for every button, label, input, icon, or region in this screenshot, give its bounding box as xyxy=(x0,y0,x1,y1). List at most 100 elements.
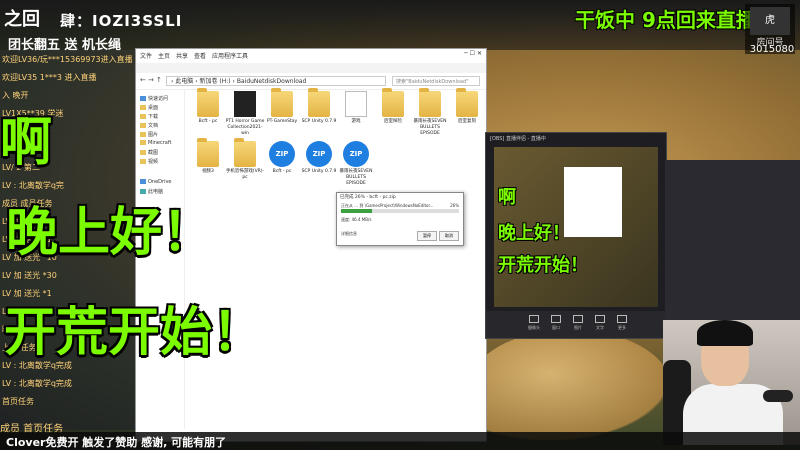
overlay-text-ah: 啊 xyxy=(0,113,53,173)
folder-icon xyxy=(140,123,146,128)
file-label: SCP Unity 0.7.9 xyxy=(301,119,337,124)
tool-icon xyxy=(551,315,561,323)
obs-preview-explorer xyxy=(564,167,622,237)
sidebar-item-label: 快速访问 xyxy=(148,96,169,102)
sidebar-item[interactable]: 下载 xyxy=(140,113,158,120)
tool-icon xyxy=(617,315,627,323)
file-item[interactable]: 手机恐怖游戏(VR)-pc xyxy=(225,138,265,181)
tool-label: 图片 xyxy=(574,325,582,330)
ribbon-tab-view[interactable]: 查看 xyxy=(194,51,206,60)
sidebar-item-label: OneDrive xyxy=(148,179,172,185)
microphone xyxy=(763,390,793,402)
sidebar-item[interactable]: 视频 xyxy=(140,158,158,165)
tool-icon xyxy=(529,315,539,323)
sidebar-item[interactable]: Minecraft xyxy=(140,140,171,146)
folder-icon xyxy=(234,138,256,167)
dialog-percent: 26% xyxy=(450,203,459,208)
bottom-gift-bar: Clover免费开 触发了赞助 感谢, 可能有朋了 xyxy=(0,432,800,450)
folder-icon xyxy=(140,159,146,164)
pause-button[interactable]: 暂停 xyxy=(417,231,437,241)
folder-icon xyxy=(140,105,146,110)
copy-progress-dialog[interactable]: 已完成 26% - bcft - pc.zip 正在从 ... 到 \Games… xyxy=(336,192,464,246)
chat-message: 欢迎LV36/玩***15369973进入直播 xyxy=(2,55,132,64)
search-input[interactable]: 搜索"BaiduNetdiskDownload" xyxy=(392,76,480,86)
sidebar-item-label: 图片 xyxy=(148,132,159,138)
sidebar-item[interactable]: 桌面 xyxy=(140,104,158,111)
file-label: PT-GameStay xyxy=(266,119,298,124)
sidebar-item[interactable]: 快速访问 xyxy=(140,95,168,102)
address-bar[interactable]: › 此电脑 › 新加卷 (H:) › BaiduNetdiskDownload xyxy=(166,76,386,86)
zip-file-item[interactable]: ZIP SCP Unity 0.7.9 xyxy=(299,141,339,175)
chat-message: 首页任务 xyxy=(2,397,34,406)
obs-window[interactable]: [OBS] 直播伴侣 - 直播中 啊 晚上好！ 开荒开始！ 摄像头 窗口 图片 文字 更… xyxy=(485,132,667,339)
gift-message: Clover免费开 触发了赞助 感谢, 可能有朋了 xyxy=(6,436,227,449)
window-controls[interactable]: ─ ☐ ✕ xyxy=(464,50,482,57)
ribbon-tab-file[interactable]: 文件 xyxy=(140,51,152,60)
sidebar-item-label: 截图 xyxy=(148,150,159,156)
background-dog-image xyxy=(470,330,670,440)
star-icon xyxy=(140,96,146,101)
folder-icon xyxy=(140,150,146,155)
file-label: 游戏 xyxy=(351,119,361,124)
explorer-titlebar[interactable]: 文件 主页 共享 查看 应用程序工具 ─ ☐ ✕ xyxy=(136,49,486,64)
file-label: 后室探险 xyxy=(384,119,402,124)
file-item[interactable]: 暴雨长夜SEVEN BULLETS EPISODE xyxy=(410,88,450,137)
obs-tool-button[interactable]: 更多 xyxy=(610,315,634,331)
dialog-speed: 速度: 46.4 MB/s xyxy=(341,217,372,222)
file-label: Bcft - pc xyxy=(272,169,292,174)
file-icon xyxy=(234,91,256,117)
obs-text-good-evening: 晚上好！ xyxy=(498,223,570,244)
folder-icon xyxy=(140,114,146,119)
file-item[interactable]: 后室探险 xyxy=(373,88,413,125)
zip-file-item[interactable]: ZIP Bcft - pc xyxy=(262,141,302,175)
file-item[interactable]: 视频3 xyxy=(188,138,228,175)
file-item[interactable]: PT-GameStay xyxy=(262,88,302,125)
folder-icon xyxy=(382,88,404,117)
chat-message: 欢迎LV35 1***3 进入直播 xyxy=(2,73,97,82)
obs-side-panel xyxy=(665,160,800,320)
ribbon-tab-app-tools[interactable]: 应用程序工具 xyxy=(212,51,248,60)
ribbon-tab-share[interactable]: 共享 xyxy=(176,51,188,60)
up-arrow-icon[interactable]: ↑ xyxy=(156,76,162,84)
dialog-title: 已完成 26% - bcft - pc.zip xyxy=(340,195,396,200)
file-item[interactable]: SCP Unity 0.7.9 xyxy=(299,88,339,125)
file-icon xyxy=(345,91,367,117)
file-label: 视频3 xyxy=(202,169,214,174)
zip-file-item[interactable]: ZIP 暴雨长夜SEVEN BULLETS EPISODE xyxy=(336,141,376,187)
obs-title: [OBS] 直播伴侣 - 直播中 xyxy=(490,136,546,142)
obs-text-ah: 啊 xyxy=(498,187,516,208)
room-logo: 虎 xyxy=(750,7,790,35)
file-label: PT1 Horror Game Collection2021-win xyxy=(225,119,265,136)
sidebar-item-label: Minecraft xyxy=(148,140,172,146)
file-item[interactable]: Bcft - pc xyxy=(188,88,228,125)
folder-icon xyxy=(419,88,441,117)
sidebar-item[interactable]: 截图 xyxy=(140,149,158,156)
streamer-hair xyxy=(697,320,753,346)
sidebar-item[interactable]: OneDrive xyxy=(140,179,172,185)
obs-tool-button[interactable]: 窗口 xyxy=(544,315,568,331)
obs-tool-button[interactable]: 摄像头 xyxy=(522,315,546,331)
progress-bar xyxy=(341,209,459,213)
more-details-toggle[interactable]: 详细信息 xyxy=(341,231,357,237)
webcam-feed xyxy=(663,320,800,445)
back-arrow-icon[interactable]: ← xyxy=(140,76,146,84)
sidebar-item[interactable]: 文档 xyxy=(140,122,158,129)
top-ticker: 肆：IOZI3SSLI xyxy=(60,12,183,30)
folder-icon xyxy=(271,88,293,117)
cancel-button[interactable]: 取消 xyxy=(439,231,459,241)
forward-arrow-icon[interactable]: → xyxy=(148,76,154,84)
sidebar-item-label: 文档 xyxy=(148,123,159,129)
obs-tool-button[interactable]: 图片 xyxy=(566,315,590,331)
file-label: SCP Unity 0.7.9 xyxy=(301,169,337,174)
sidebar-item[interactable]: 图片 xyxy=(140,131,158,138)
zip-icon: ZIP xyxy=(343,141,369,167)
obs-preview: 啊 晚上好！ 开荒开始！ xyxy=(494,147,658,307)
folder-icon xyxy=(197,88,219,117)
zip-icon: ZIP xyxy=(269,141,295,167)
file-item[interactable]: PT1 Horror Game Collection2021-win xyxy=(225,91,265,137)
file-item[interactable]: 后室复刻 xyxy=(447,88,487,125)
overlay-text-good-evening: 晚上好！ xyxy=(6,203,215,263)
ribbon-tab-home[interactable]: 主页 xyxy=(158,51,170,60)
file-item[interactable]: 游戏 xyxy=(336,91,376,125)
obs-tool-button[interactable]: 文字 xyxy=(588,315,612,331)
